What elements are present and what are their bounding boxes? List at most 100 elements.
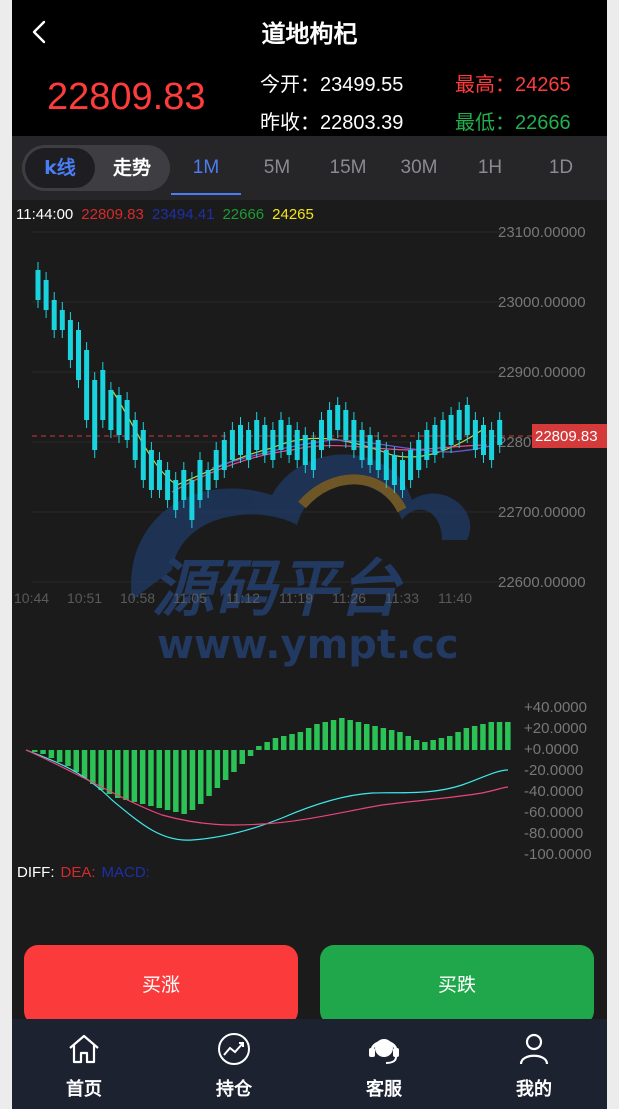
candle-body <box>270 430 276 460</box>
macd-bar <box>256 746 262 750</box>
candle-body <box>489 430 495 460</box>
candle-body <box>238 425 243 455</box>
candle-body <box>472 420 478 450</box>
macd-bar <box>173 750 179 812</box>
candle-body <box>229 430 235 460</box>
price-axis-label: 23000.00000 <box>498 294 586 311</box>
macd-bar <box>488 722 494 750</box>
macd-axis-label: -40.0000 <box>524 783 583 800</box>
candle-body <box>43 280 49 310</box>
macd-label: MACD: <box>101 864 150 881</box>
macd-bar <box>156 750 162 808</box>
macd-bar <box>181 750 187 814</box>
macd-bar <box>355 722 362 750</box>
macd-bar <box>372 726 378 750</box>
macd-bar <box>397 732 403 750</box>
macd-bar <box>231 750 237 772</box>
macd-bar <box>222 750 229 780</box>
candle-body <box>157 460 162 490</box>
candle-body <box>262 425 268 455</box>
nav-support[interactable]: 客服 <box>334 1019 434 1109</box>
nav-support-label: 客服 <box>366 1079 402 1100</box>
buy-up-button[interactable]: 买涨 <box>24 945 298 1025</box>
macd-bar <box>289 734 295 750</box>
candle-body <box>205 470 211 490</box>
macd-axis-label: -100.0000 <box>524 846 592 863</box>
candle-body <box>448 415 454 445</box>
macd-bar <box>339 718 345 750</box>
candle-body <box>189 480 195 520</box>
candle-body <box>165 470 171 500</box>
macd-bar <box>40 750 46 754</box>
macd-bar <box>305 728 312 750</box>
candle-body <box>375 440 381 470</box>
candle-body <box>181 470 187 500</box>
candle-body <box>432 425 438 455</box>
macd-bar <box>447 736 453 750</box>
macd-bar <box>198 750 204 804</box>
candle-body <box>221 440 227 470</box>
macd-axis: +40.0000 +20.0000 +0.0000 -20.0000 -40.0… <box>524 699 592 863</box>
nav-profile-label: 我的 <box>516 1079 552 1100</box>
macd-axis-label: +0.0000 <box>524 741 579 758</box>
kline-chart[interactable]: 源码平台 www.ympt.cc 23100.00000 23000.00000… <box>12 0 607 900</box>
candle-body <box>335 405 341 430</box>
macd-legend: DIFF: DEA: MACD: <box>17 864 156 881</box>
macd-axis-label: +40.0000 <box>524 699 587 716</box>
candle-body <box>286 425 292 455</box>
candle-body <box>359 430 365 460</box>
macd-bar <box>164 750 171 810</box>
nav-positions[interactable]: 持仓 <box>184 1019 284 1109</box>
candle-body <box>400 460 405 490</box>
diff-label: DIFF: <box>17 864 55 881</box>
macd-bar <box>65 750 71 766</box>
macd-bar <box>471 726 478 750</box>
time-axis-label: 11:33 <box>385 590 419 606</box>
candle-body <box>497 420 503 445</box>
macd-bar <box>496 722 503 750</box>
candle-body <box>327 410 333 440</box>
candle-body <box>424 430 430 460</box>
buy-down-button[interactable]: 买跌 <box>320 945 594 1025</box>
nav-profile[interactable]: 我的 <box>484 1019 584 1109</box>
candle-body <box>92 380 98 450</box>
macd-bar <box>388 730 395 750</box>
macd-bar <box>463 728 470 750</box>
chart-icon <box>218 1033 250 1065</box>
macd-bar <box>413 740 420 750</box>
headset-icon <box>369 1039 399 1064</box>
candle-body <box>132 420 138 460</box>
macd-bar <box>330 720 337 750</box>
price-axis-label: 22900.00000 <box>498 364 586 381</box>
macd-bar <box>347 720 353 750</box>
candle-body <box>100 370 106 420</box>
candle-body <box>367 435 373 465</box>
macd-bar <box>297 732 304 750</box>
macd-bar <box>81 750 88 778</box>
candle-body <box>440 420 446 450</box>
macd-bar <box>56 750 63 762</box>
candle-body <box>310 440 316 470</box>
candle-body <box>124 400 130 440</box>
candle-body <box>173 480 179 510</box>
candle-body <box>408 450 414 480</box>
macd-bar <box>314 724 320 750</box>
macd-bar <box>247 750 254 756</box>
price-axis-label: 22600.00000 <box>498 574 586 591</box>
macd-bar <box>364 724 370 750</box>
macd-bar <box>148 750 154 806</box>
macd-bar <box>264 742 270 750</box>
price-marker-label: 22809.83 <box>535 428 598 445</box>
macd-bar <box>214 750 221 788</box>
nav-home[interactable]: 首页 <box>34 1019 134 1109</box>
candle-body <box>35 270 41 300</box>
macd-bar <box>189 750 196 810</box>
candle-body <box>59 310 65 330</box>
candle-body <box>84 350 90 420</box>
time-axis-label: 11:19 <box>279 590 313 606</box>
time-axis-label: 10:58 <box>120 590 155 606</box>
bottom-nav: 首页 持仓 客服 我的 <box>12 1019 607 1109</box>
macd-bar <box>322 722 328 750</box>
candle-body <box>76 330 81 380</box>
candle-body <box>246 430 252 460</box>
